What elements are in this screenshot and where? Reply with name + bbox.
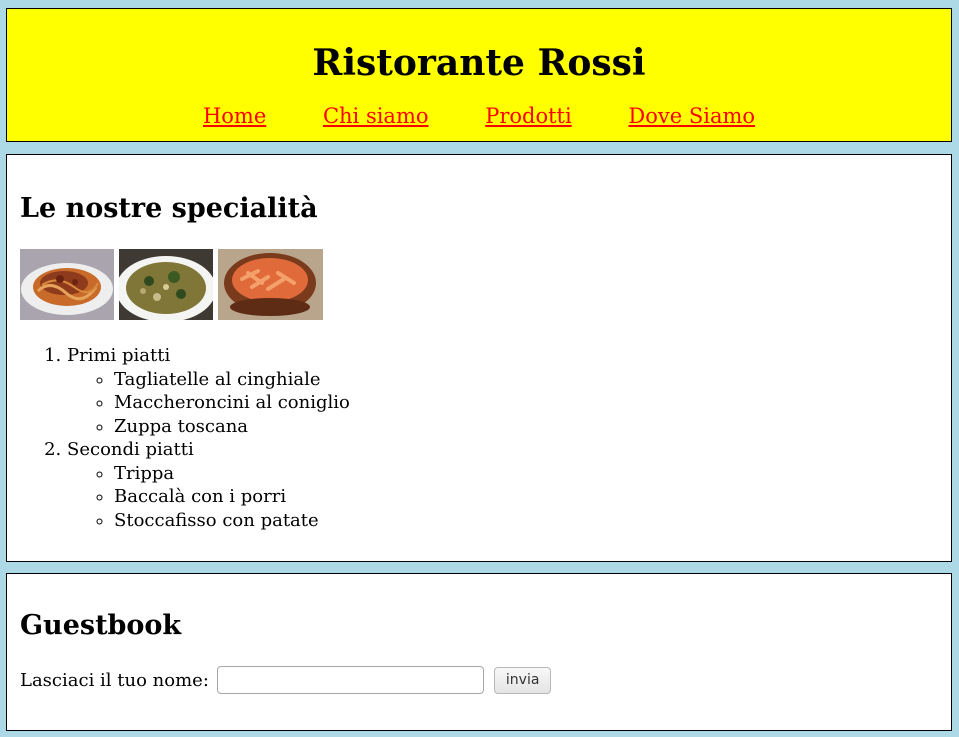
- guestbook-section: Guestbook Lasciaci il tuo nome: invia: [6, 573, 952, 731]
- nav-link-home[interactable]: Home: [203, 104, 266, 128]
- dish-list: Trippa Baccalà con i porri Stoccafisso c…: [67, 462, 938, 533]
- submit-button[interactable]: invia: [493, 666, 552, 694]
- nav-link-prodotti[interactable]: Prodotti: [485, 104, 572, 128]
- nav-menu: Home Chi siamo Prodotti Dove Siamo: [7, 103, 951, 129]
- dish-item: Zuppa toscana: [114, 415, 938, 439]
- dish-list: Tagliatelle al cinghiale Maccheroncini a…: [67, 368, 938, 439]
- header: Ristorante Rossi Home Chi siamo Prodotti…: [6, 8, 952, 142]
- menu-list: Primi piatti Tagliatelle al cinghiale Ma…: [20, 344, 938, 532]
- zuppa-photo: [119, 249, 213, 320]
- menu-category: Secondi piatti Trippa Baccalà con i porr…: [67, 438, 938, 532]
- nav-link-dove-siamo[interactable]: Dove Siamo: [628, 104, 755, 128]
- category-label: Secondi piatti: [67, 439, 194, 460]
- category-label: Primi piatti: [67, 345, 171, 366]
- menu-category: Primi piatti Tagliatelle al cinghiale Ma…: [67, 344, 938, 438]
- dish-item: Tagliatelle al cinghiale: [114, 368, 938, 392]
- dish-item: Baccalà con i porri: [114, 485, 938, 509]
- tagliatelle-photo: [20, 249, 114, 320]
- dish-item: Trippa: [114, 462, 938, 486]
- site-title: Ristorante Rossi: [312, 42, 646, 84]
- specialties-section: Le nostre specialità 1. Primi piatti ◦ T…: [6, 154, 952, 562]
- specialties-heading: Le nostre specialità: [20, 193, 318, 224]
- name-label: Lasciaci il tuo nome:: [20, 669, 209, 691]
- nav-link-chi-siamo[interactable]: Chi siamo: [323, 104, 429, 128]
- dish-item: Stoccafisso con patate: [114, 509, 938, 533]
- guestbook-heading: Guestbook: [20, 610, 182, 641]
- dish-item: Maccheroncini al coniglio: [114, 391, 938, 415]
- name-input[interactable]: [216, 666, 484, 694]
- guestbook-form: Lasciaci il tuo nome: invia: [20, 666, 938, 694]
- photo-gallery: [20, 249, 938, 320]
- pasta-bowl-photo: [218, 249, 323, 320]
